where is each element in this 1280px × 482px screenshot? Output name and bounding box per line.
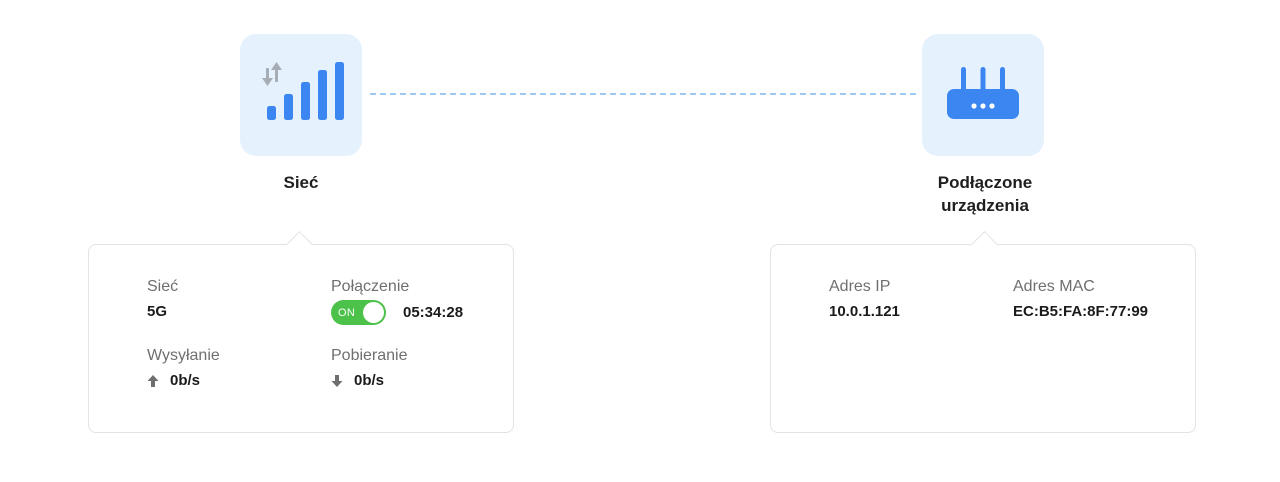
network-type-field: Sieć 5G bbox=[147, 277, 178, 322]
connection-time: 05:34:28 bbox=[403, 303, 464, 321]
network-map: Sieć Podłączone urządzenia Sieć 5G Połąc… bbox=[0, 0, 1280, 482]
network-type-label: Sieć bbox=[147, 278, 179, 295]
upload-label: Wysyłanie bbox=[147, 347, 220, 364]
ip-address-field: Adres IP 10.0.1.121 bbox=[829, 277, 900, 322]
download-field: Pobieranie 0b/s bbox=[331, 346, 408, 391]
network-type-value: 5G bbox=[147, 303, 168, 320]
network-tile[interactable] bbox=[240, 34, 362, 156]
device-details-card: Adres IP 10.0.1.121 Adres MAC EC:B5:FA:8… bbox=[770, 231, 1196, 433]
router-icon bbox=[947, 67, 1019, 119]
mac-address-value: EC:B5:FA:8F:77:99 bbox=[1013, 303, 1149, 320]
download-value: 0b/s bbox=[354, 372, 385, 389]
arrow-down-icon bbox=[331, 375, 343, 387]
network-title: Sieć bbox=[283, 173, 319, 192]
toggle-state-text: ON bbox=[338, 306, 356, 319]
devices-tile[interactable] bbox=[922, 34, 1044, 156]
toggle-knob bbox=[363, 302, 384, 323]
connection-toggle[interactable]: ON bbox=[331, 300, 386, 325]
connection-field: Połączenie ON 05:34:28 bbox=[331, 277, 463, 325]
download-label: Pobieranie bbox=[331, 347, 408, 364]
card-pointer bbox=[286, 231, 313, 258]
arrow-up-icon bbox=[147, 375, 159, 387]
connection-label: Połączenie bbox=[331, 278, 410, 295]
network-details-card: Sieć 5G Połączenie ON 05:34:28 Wysyłanie… bbox=[88, 231, 514, 433]
ip-address-label: Adres IP bbox=[829, 278, 891, 295]
upload-field: Wysyłanie 0b/s bbox=[147, 346, 220, 391]
mac-address-label: Adres MAC bbox=[1013, 278, 1095, 295]
ip-address-value: 10.0.1.121 bbox=[829, 303, 900, 320]
mac-address-field: Adres MAC EC:B5:FA:8F:77:99 bbox=[1013, 277, 1148, 322]
card-pointer bbox=[971, 231, 998, 258]
upload-value: 0b/s bbox=[170, 372, 201, 389]
connection-line bbox=[370, 93, 916, 95]
devices-title: Podłączone urządzenia bbox=[937, 173, 1033, 215]
cellular-signal-icon bbox=[262, 62, 344, 120]
